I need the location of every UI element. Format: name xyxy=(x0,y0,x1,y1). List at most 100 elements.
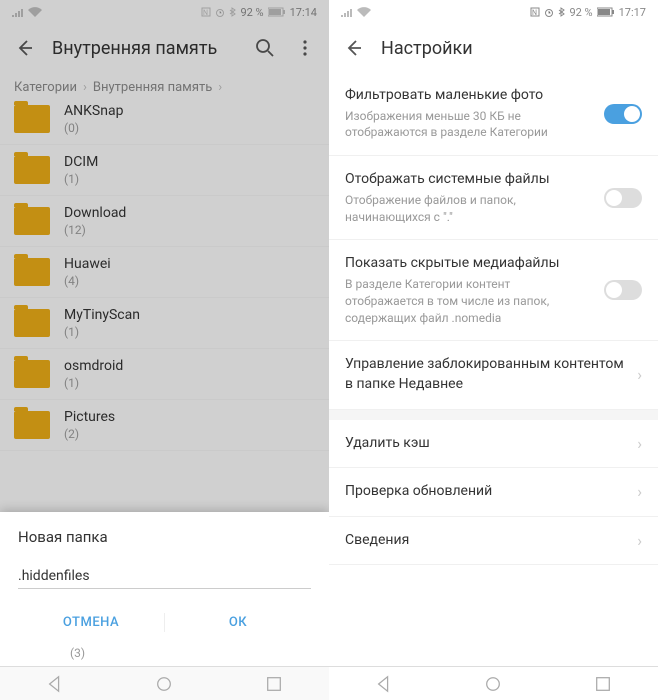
nav-recent-icon[interactable] xyxy=(594,675,612,693)
folder-item[interactable]: Pictures (2) xyxy=(0,400,329,451)
folder-item[interactable]: MyTinyScan (1) xyxy=(0,298,329,349)
signal-icon xyxy=(341,7,353,17)
folder-icon xyxy=(14,207,50,235)
nav-back-icon[interactable] xyxy=(375,675,393,693)
folder-icon xyxy=(14,105,50,133)
nav-recent-icon[interactable] xyxy=(265,675,283,693)
setting-title: Фильтровать маленькие фото xyxy=(345,86,592,106)
bluetooth-icon xyxy=(558,7,565,17)
nfc-icon: N xyxy=(530,7,540,17)
folder-item[interactable]: Huawei (4) xyxy=(0,247,329,298)
chevron-right-icon: › xyxy=(83,80,87,95)
folder-name-input[interactable] xyxy=(18,564,311,589)
folder-name: MyTinyScan xyxy=(64,307,140,323)
arrow-left-icon xyxy=(343,38,363,58)
folder-icon xyxy=(14,360,50,388)
breadcrumb-root[interactable]: Категории xyxy=(14,80,77,95)
new-folder-dialog: Новая папка ОТМЕНА ОК (3) xyxy=(0,512,329,666)
section-divider xyxy=(329,410,658,420)
chevron-right-icon: › xyxy=(637,482,642,501)
bluetooth-icon xyxy=(229,7,236,17)
folder-icon xyxy=(14,156,50,184)
folder-count: (3) xyxy=(18,642,311,660)
setting-title: Сведения xyxy=(345,531,625,551)
folder-count: (4) xyxy=(64,274,111,288)
file-manager-screen: N 92 % 17:14 Внутренняя память Категории… xyxy=(0,0,329,700)
nav-back-icon[interactable] xyxy=(46,675,64,693)
nav-home-icon[interactable] xyxy=(484,675,502,693)
battery-text: 92 % xyxy=(569,6,592,19)
folder-count: (1) xyxy=(64,325,140,339)
setting-desc: Изображения меньше 30 КБ не отображаются… xyxy=(345,108,592,142)
nav-home-icon[interactable] xyxy=(155,675,173,693)
toggle-switch[interactable] xyxy=(604,188,642,208)
wifi-icon xyxy=(28,7,42,17)
alarm-icon xyxy=(215,7,225,17)
folder-item[interactable]: ANKSnap (0) xyxy=(0,103,329,145)
settings-list: Фильтровать маленькие фото Изображения м… xyxy=(329,72,658,565)
folder-name: Download xyxy=(64,205,126,221)
folder-item[interactable]: DCIM (1) xyxy=(0,145,329,196)
ok-button[interactable]: ОК xyxy=(165,603,311,642)
folder-name: ANKSnap xyxy=(64,103,123,119)
chevron-right-icon: › xyxy=(637,365,642,384)
folder-count: (1) xyxy=(64,172,98,186)
setting-about[interactable]: Сведения › xyxy=(329,517,658,566)
setting-clear-cache[interactable]: Удалить кэш › xyxy=(329,420,658,469)
folder-count: (12) xyxy=(64,223,126,237)
system-navbar xyxy=(0,666,329,700)
chevron-right-icon: › xyxy=(637,531,642,550)
page-title: Настройки xyxy=(381,38,646,59)
folder-name: osmdroid xyxy=(64,358,123,374)
setting-title: Удалить кэш xyxy=(345,434,625,454)
statusbar: N 92 % 17:17 xyxy=(329,0,658,24)
folder-item[interactable]: osmdroid (1) xyxy=(0,349,329,400)
breadcrumb-current[interactable]: Внутренняя память xyxy=(93,80,212,95)
back-button[interactable] xyxy=(341,36,365,60)
folder-icon xyxy=(14,309,50,337)
appbar: Настройки xyxy=(329,24,658,72)
appbar: Внутренняя память xyxy=(0,24,329,72)
setting-show-system-files[interactable]: Отображать системные файлы Отображение ф… xyxy=(329,156,658,240)
breadcrumb[interactable]: Категории › Внутренняя память › xyxy=(0,72,329,103)
folder-name: Pictures xyxy=(64,409,115,425)
signal-icon xyxy=(12,7,24,17)
page-title: Внутренняя память xyxy=(52,38,237,59)
battery-text: 92 % xyxy=(240,6,263,19)
setting-title: Показать скрытые медиафайлы xyxy=(345,254,592,274)
setting-check-updates[interactable]: Проверка обновлений › xyxy=(329,468,658,517)
folder-count: (2) xyxy=(64,427,115,441)
time-text: 17:14 xyxy=(290,6,317,19)
settings-screen: N 92 % 17:17 Настройки Фильтровать мален… xyxy=(329,0,658,700)
chevron-right-icon: › xyxy=(637,434,642,453)
battery-icon xyxy=(597,7,615,17)
wifi-icon xyxy=(357,7,371,17)
toggle-switch[interactable] xyxy=(604,104,642,124)
svg-text:N: N xyxy=(532,9,537,17)
chevron-right-icon: › xyxy=(218,80,222,95)
time-text: 17:17 xyxy=(619,6,646,19)
setting-title: Отображать системные файлы xyxy=(345,170,592,190)
statusbar: N 92 % 17:14 xyxy=(0,0,329,24)
setting-title: Управление заблокированным контентом в п… xyxy=(345,355,625,394)
setting-filter-small-photos[interactable]: Фильтровать маленькие фото Изображения м… xyxy=(329,72,658,156)
menu-button[interactable] xyxy=(293,36,317,60)
folder-name: Huawei xyxy=(64,256,111,272)
setting-blocked-content[interactable]: Управление заблокированным контентом в п… xyxy=(329,341,658,409)
toggle-switch[interactable] xyxy=(604,280,642,300)
search-button[interactable] xyxy=(253,36,277,60)
search-icon xyxy=(255,38,275,58)
folder-icon xyxy=(14,258,50,286)
cancel-button[interactable]: ОТМЕНА xyxy=(18,603,164,642)
folder-list: ANKSnap (0) DCIM (1) Download (12) Huawe… xyxy=(0,103,329,451)
alarm-icon xyxy=(544,7,554,17)
folder-count: (1) xyxy=(64,376,123,390)
folder-item[interactable]: Download (12) xyxy=(0,196,329,247)
back-button[interactable] xyxy=(12,36,36,60)
folder-count: (0) xyxy=(64,121,123,135)
arrow-left-icon xyxy=(14,38,34,58)
setting-show-hidden-media[interactable]: Показать скрытые медиафайлы В разделе Ка… xyxy=(329,240,658,341)
setting-title: Проверка обновлений xyxy=(345,482,625,502)
setting-desc: Отображение файлов и папок, начинающихся… xyxy=(345,192,592,226)
svg-text:N: N xyxy=(203,9,208,17)
